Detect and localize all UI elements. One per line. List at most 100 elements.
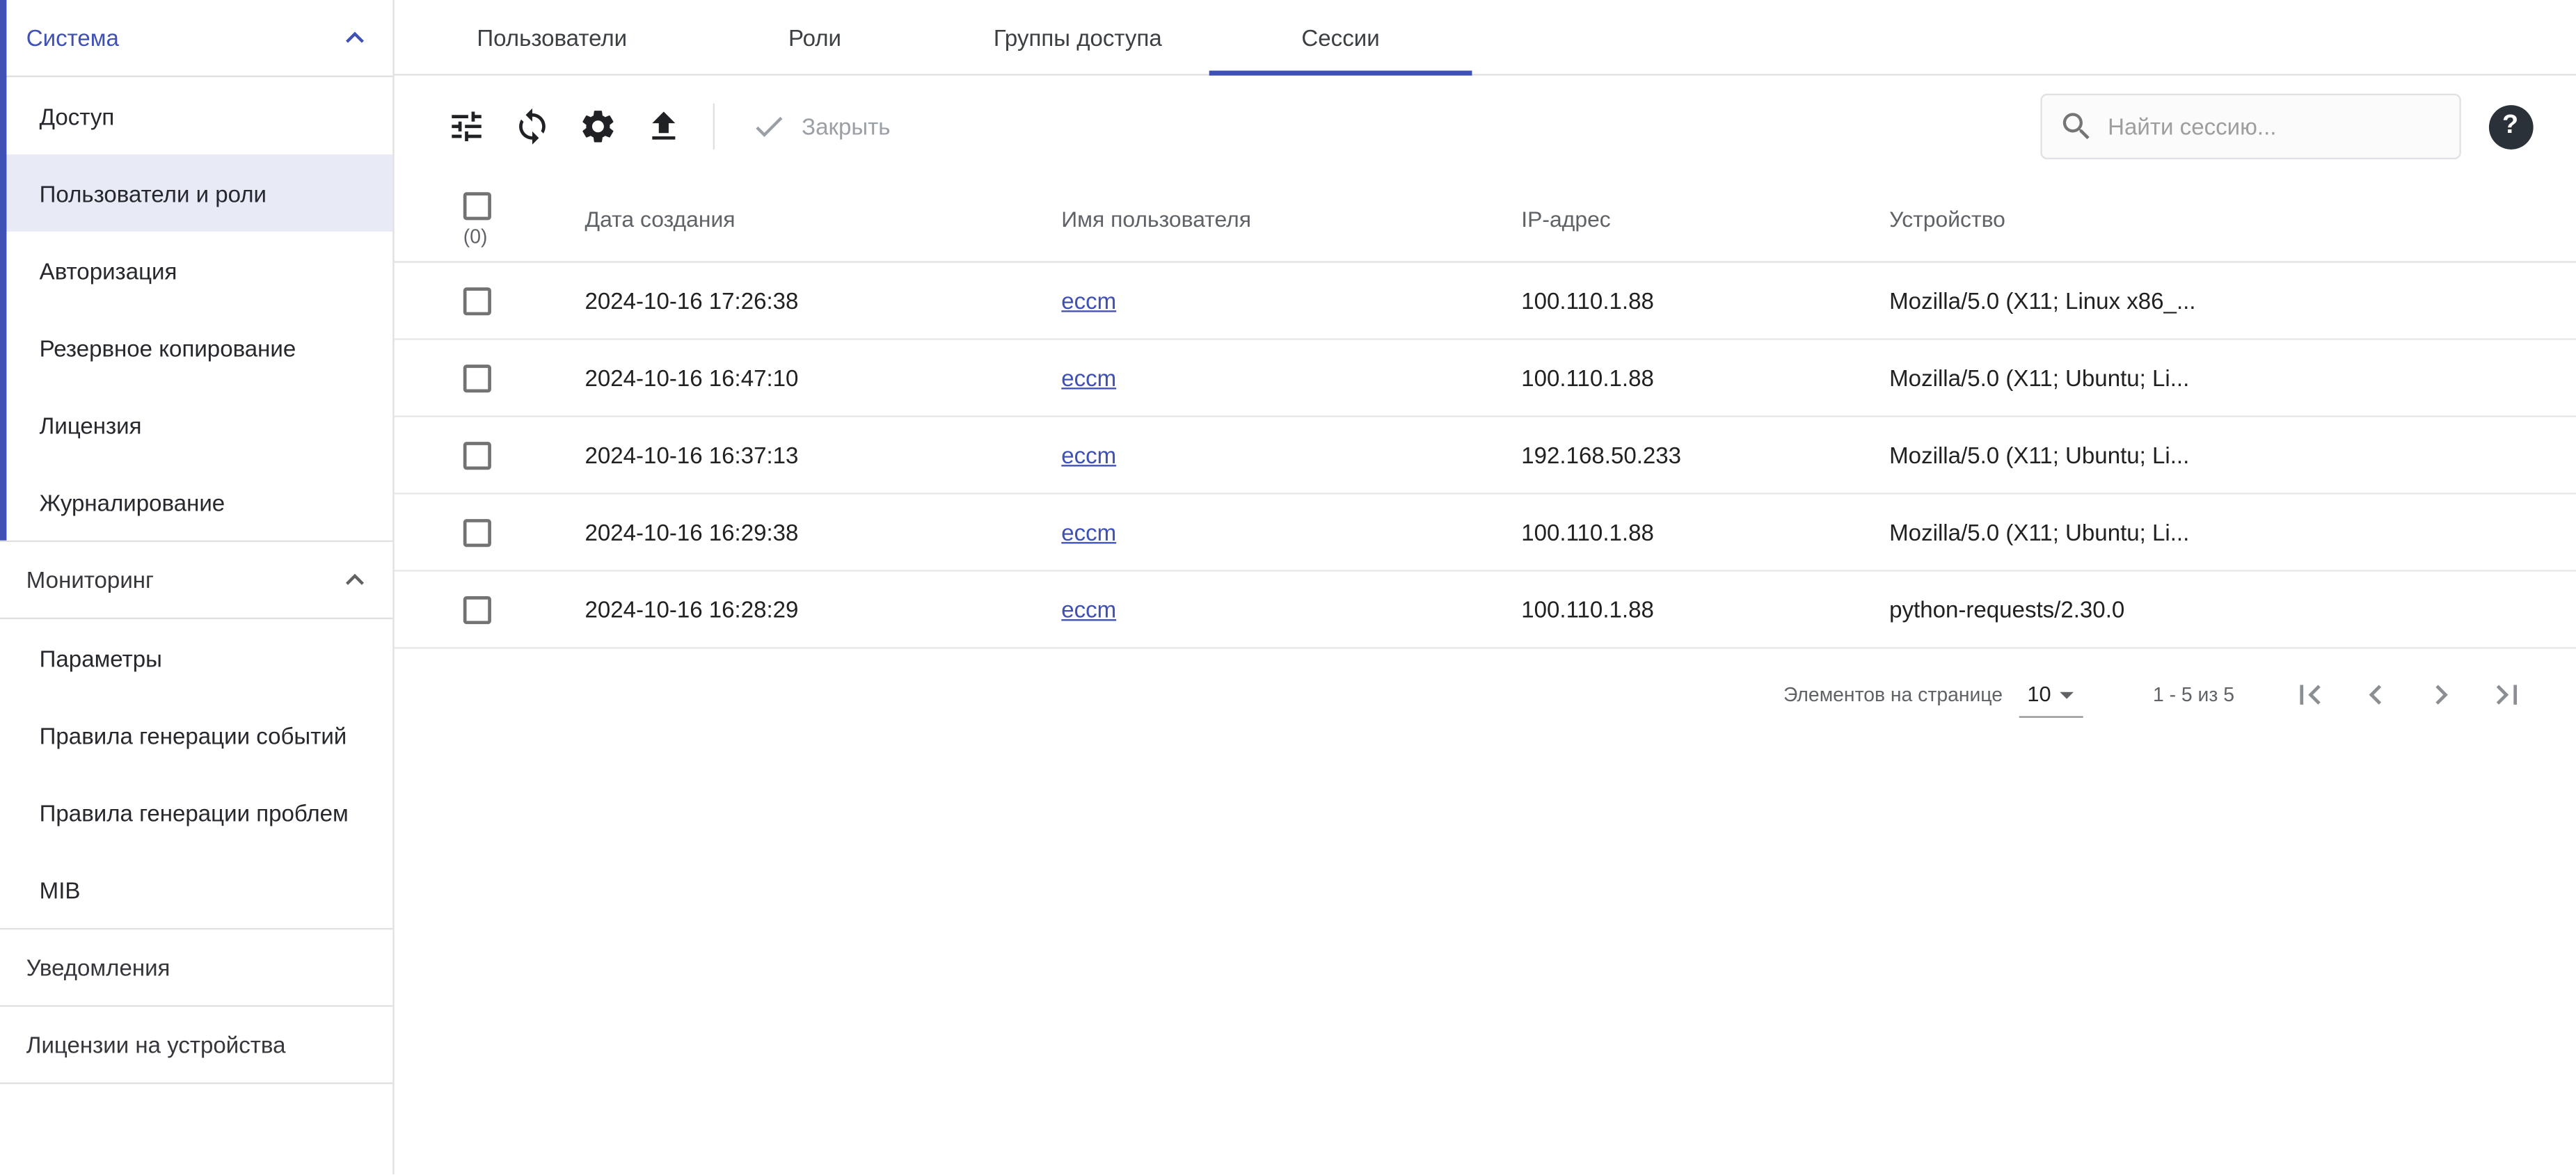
cell-created: 2024-10-16 17:26:38	[585, 287, 1062, 314]
cell-ip: 192.168.50.233	[1521, 442, 1889, 468]
sidebar-section-system-items: Доступ Пользователи и роли Авторизация Р…	[0, 77, 392, 542]
tab-sessions[interactable]: Сессии	[1209, 0, 1472, 74]
column-header-ip: IP-адрес	[1521, 207, 1889, 231]
cell-created: 2024-10-16 16:28:29	[585, 596, 1062, 623]
chevron-right-icon	[2422, 675, 2461, 714]
close-session-button[interactable]: Закрыть	[731, 94, 910, 159]
first-page-icon	[2290, 675, 2330, 714]
first-page-button[interactable]	[2277, 662, 2342, 727]
sidebar-section-system[interactable]: Система	[0, 0, 392, 77]
sidebar-item-authorization[interactable]: Авторизация	[0, 232, 392, 309]
table-row: 2024-10-16 16:29:38 eccm 100.110.1.88 Mo…	[395, 495, 2576, 572]
cell-ip: 100.110.1.88	[1521, 365, 1889, 391]
active-section-indicator	[0, 0, 6, 541]
select-all-cell: (0)	[395, 191, 585, 247]
cell-created: 2024-10-16 16:37:13	[585, 442, 1062, 468]
main-content: Пользователи Роли Группы доступа Сессии …	[395, 0, 2576, 1174]
sidebar-item-event-rules[interactable]: Правила генерации событий	[0, 696, 392, 774]
toolbar: Закрыть ?	[395, 76, 2576, 177]
column-header-username: Имя пользователя	[1061, 207, 1521, 231]
last-page-button[interactable]	[2474, 662, 2540, 727]
cell-ip: 100.110.1.88	[1521, 519, 1889, 545]
selected-count: (0)	[463, 224, 488, 247]
table-row: 2024-10-16 16:37:13 eccm 192.168.50.233 …	[395, 417, 2576, 495]
sidebar-item-license[interactable]: Лицензия	[0, 386, 392, 463]
dropdown-arrow-icon	[2051, 678, 2084, 710]
sidebar-section-monitoring[interactable]: Мониторинг	[0, 542, 392, 619]
previous-page-button[interactable]	[2343, 662, 2408, 727]
tab-users[interactable]: Пользователи	[420, 0, 683, 74]
sidebar-section-device-licenses[interactable]: Лицензии на устройства	[0, 1007, 392, 1084]
sidebar-section-notifications[interactable]: Уведомления	[0, 929, 392, 1007]
gear-icon	[578, 106, 618, 146]
items-per-page-value: 10	[2027, 682, 2051, 706]
column-header-created: Дата создания	[585, 207, 1062, 231]
sidebar-item-access[interactable]: Доступ	[0, 77, 392, 154]
select-all-checkbox[interactable]	[463, 191, 491, 219]
table-header: (0) Дата создания Имя пользователя IP-ад…	[395, 177, 2576, 263]
refresh-button[interactable]	[500, 94, 565, 159]
row-checkbox[interactable]	[463, 596, 491, 623]
app-window: Система Доступ Пользователи и роли Автор…	[0, 0, 2576, 1174]
settings-button[interactable]	[565, 94, 630, 159]
cell-device: Mozilla/5.0 (X11; Linux x86_...	[1889, 287, 2576, 314]
content-filler	[395, 741, 2576, 1174]
sidebar-section-label: Система	[26, 24, 119, 51]
cell-device: Mozilla/5.0 (X11; Ubuntu; Li...	[1889, 442, 2576, 468]
close-session-label: Закрыть	[802, 113, 890, 140]
sidebar-item-logging[interactable]: Журналирование	[0, 463, 392, 541]
user-link[interactable]: eccm	[1061, 519, 1116, 545]
chevron-up-icon	[337, 19, 373, 56]
sidebar-section-label: Уведомления	[26, 954, 170, 981]
sidebar: Система Доступ Пользователи и роли Автор…	[0, 0, 395, 1174]
items-per-page-select[interactable]: 10	[2019, 673, 2084, 717]
row-checkbox[interactable]	[463, 518, 491, 546]
user-link[interactable]: eccm	[1061, 442, 1116, 468]
cell-created: 2024-10-16 16:29:38	[585, 519, 1062, 545]
pager-buttons	[2277, 662, 2540, 727]
cell-device: Mozilla/5.0 (X11; Ubuntu; Li...	[1889, 519, 2576, 545]
help-button[interactable]: ?	[2474, 90, 2547, 163]
export-button[interactable]	[631, 94, 697, 159]
row-checkbox[interactable]	[463, 287, 491, 314]
search-input[interactable]	[2108, 113, 2443, 140]
column-header-device: Устройство	[1889, 207, 2576, 231]
last-page-icon	[2488, 675, 2527, 714]
table-row: 2024-10-16 16:47:10 eccm 100.110.1.88 Mo…	[395, 340, 2576, 417]
sync-icon	[513, 106, 552, 146]
user-link[interactable]: eccm	[1061, 287, 1116, 314]
session-search	[2040, 94, 2460, 159]
tab-access-groups[interactable]: Группы доступа	[946, 0, 1209, 74]
upload-icon	[644, 106, 684, 146]
search-icon	[2058, 109, 2094, 145]
chevron-up-icon	[337, 561, 373, 598]
table-row: 2024-10-16 16:28:29 eccm 100.110.1.88 py…	[395, 572, 2576, 649]
page-range-label: 1 - 5 из 5	[2153, 683, 2234, 706]
sidebar-section-label: Мониторинг	[26, 567, 154, 593]
user-link[interactable]: eccm	[1061, 365, 1116, 391]
cell-device: Mozilla/5.0 (X11; Ubuntu; Li...	[1889, 365, 2576, 391]
table-row: 2024-10-16 17:26:38 eccm 100.110.1.88 Mo…	[395, 263, 2576, 340]
sidebar-section-label: Лицензии на устройства	[26, 1032, 286, 1058]
cell-ip: 100.110.1.88	[1521, 596, 1889, 623]
cell-created: 2024-10-16 16:47:10	[585, 365, 1062, 391]
row-checkbox[interactable]	[463, 364, 491, 392]
paginator: Элементов на странице 10 1 - 5 из 5	[395, 649, 2576, 741]
help-icon: ?	[2488, 104, 2533, 149]
user-link[interactable]: eccm	[1061, 596, 1116, 623]
sidebar-item-mib[interactable]: MIB	[0, 851, 392, 928]
chevron-left-icon	[2356, 675, 2396, 714]
next-page-button[interactable]	[2408, 662, 2474, 727]
tune-icon	[447, 106, 486, 146]
cell-ip: 100.110.1.88	[1521, 287, 1889, 314]
toolbar-divider	[713, 104, 715, 150]
sidebar-item-backup[interactable]: Резервное копирование	[0, 309, 392, 386]
row-checkbox[interactable]	[463, 441, 491, 469]
cell-device: python-requests/2.30.0	[1889, 596, 2576, 623]
sidebar-item-users-roles[interactable]: Пользователи и роли	[0, 154, 392, 232]
check-icon	[751, 109, 787, 145]
filter-columns-button[interactable]	[434, 94, 499, 159]
sidebar-item-problem-rules[interactable]: Правила генерации проблем	[0, 774, 392, 851]
tab-roles[interactable]: Роли	[683, 0, 946, 74]
sidebar-item-parameters[interactable]: Параметры	[0, 619, 392, 696]
